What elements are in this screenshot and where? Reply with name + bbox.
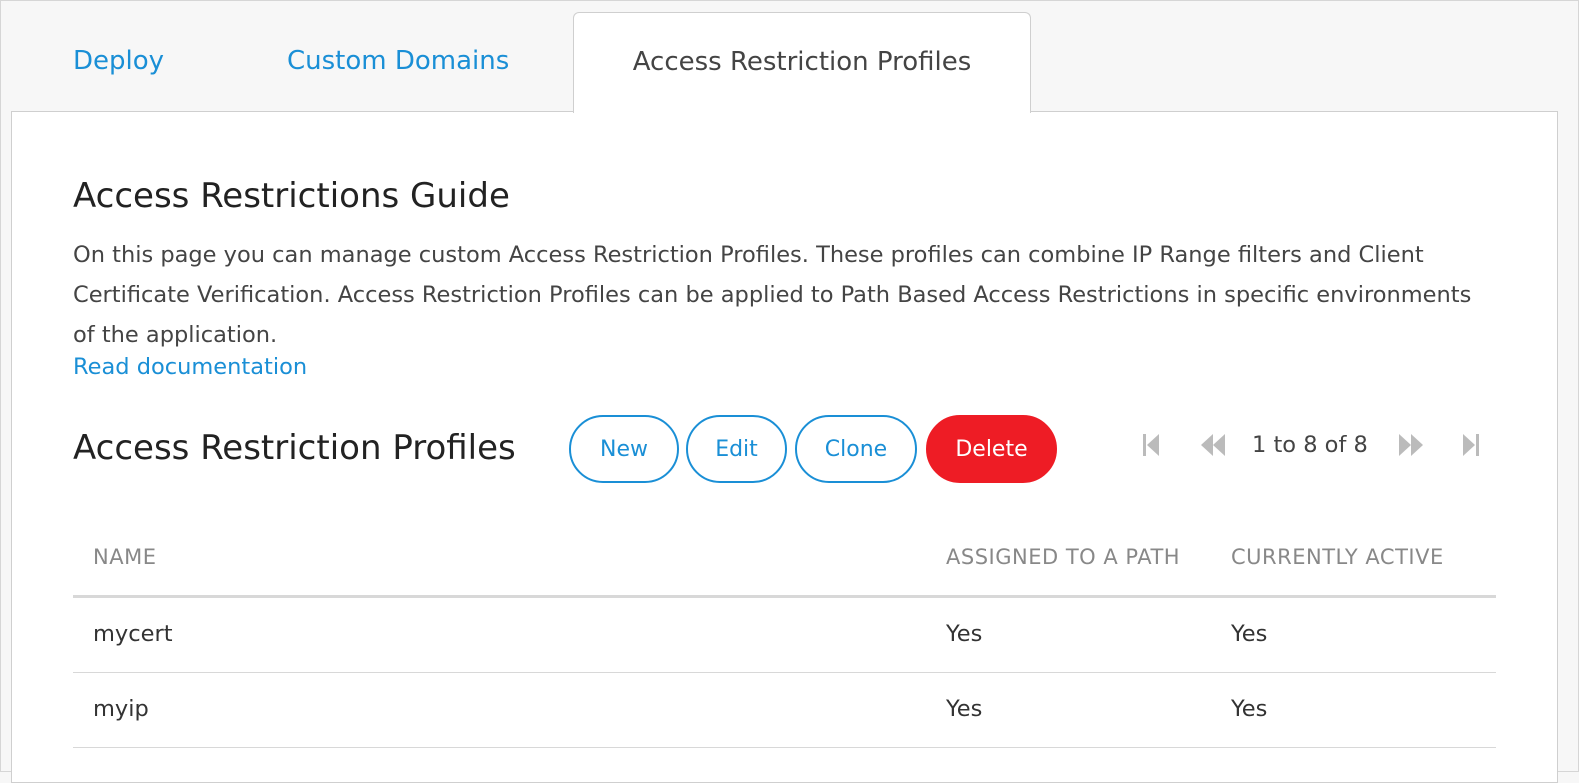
tab-access-restriction-profiles[interactable]: Access Restriction Profiles: [573, 12, 1031, 113]
column-header-assigned[interactable]: ASSIGNED TO A PATH: [946, 545, 1180, 569]
cell-active: Yes: [1231, 621, 1268, 647]
profiles-title: Access Restriction Profiles: [73, 428, 516, 468]
next-page-icon[interactable]: [1398, 432, 1423, 458]
read-documentation-link[interactable]: Read documentation: [73, 354, 307, 380]
pager-range: 1 to 8 of 8: [1252, 432, 1368, 458]
tab-bar: Deploy Custom Domains Access Restriction…: [0, 0, 1579, 113]
table-header: NAME ASSIGNED TO A PATH CURRENTLY ACTIVE: [73, 523, 1496, 598]
delete-button[interactable]: Delete: [926, 415, 1057, 483]
column-header-name[interactable]: NAME: [93, 545, 156, 569]
last-page-icon[interactable]: [1460, 432, 1482, 458]
tab-deploy[interactable]: Deploy: [73, 46, 164, 76]
new-button[interactable]: New: [569, 415, 679, 483]
clone-button[interactable]: Clone: [795, 415, 917, 483]
first-page-icon[interactable]: [1140, 432, 1162, 458]
profiles-table: NAME ASSIGNED TO A PATH CURRENTLY ACTIVE…: [73, 523, 1496, 748]
guide-title: Access Restrictions Guide: [73, 176, 510, 216]
tab-label: Access Restriction Profiles: [632, 47, 972, 77]
tab-custom-domains[interactable]: Custom Domains: [287, 46, 509, 76]
guide-description: On this page you can manage custom Acces…: [73, 242, 1472, 348]
previous-page-icon[interactable]: [1200, 432, 1225, 458]
column-header-active[interactable]: CURRENTLY ACTIVE: [1231, 545, 1444, 569]
cell-assigned: Yes: [946, 621, 983, 647]
cell-name: myip: [93, 696, 149, 722]
table-row[interactable]: myip Yes Yes: [73, 673, 1496, 748]
cell-assigned: Yes: [946, 696, 983, 722]
table-row[interactable]: mycert Yes Yes: [73, 598, 1496, 673]
cell-name: mycert: [93, 621, 173, 647]
cell-active: Yes: [1231, 696, 1268, 722]
edit-button[interactable]: Edit: [686, 415, 787, 483]
